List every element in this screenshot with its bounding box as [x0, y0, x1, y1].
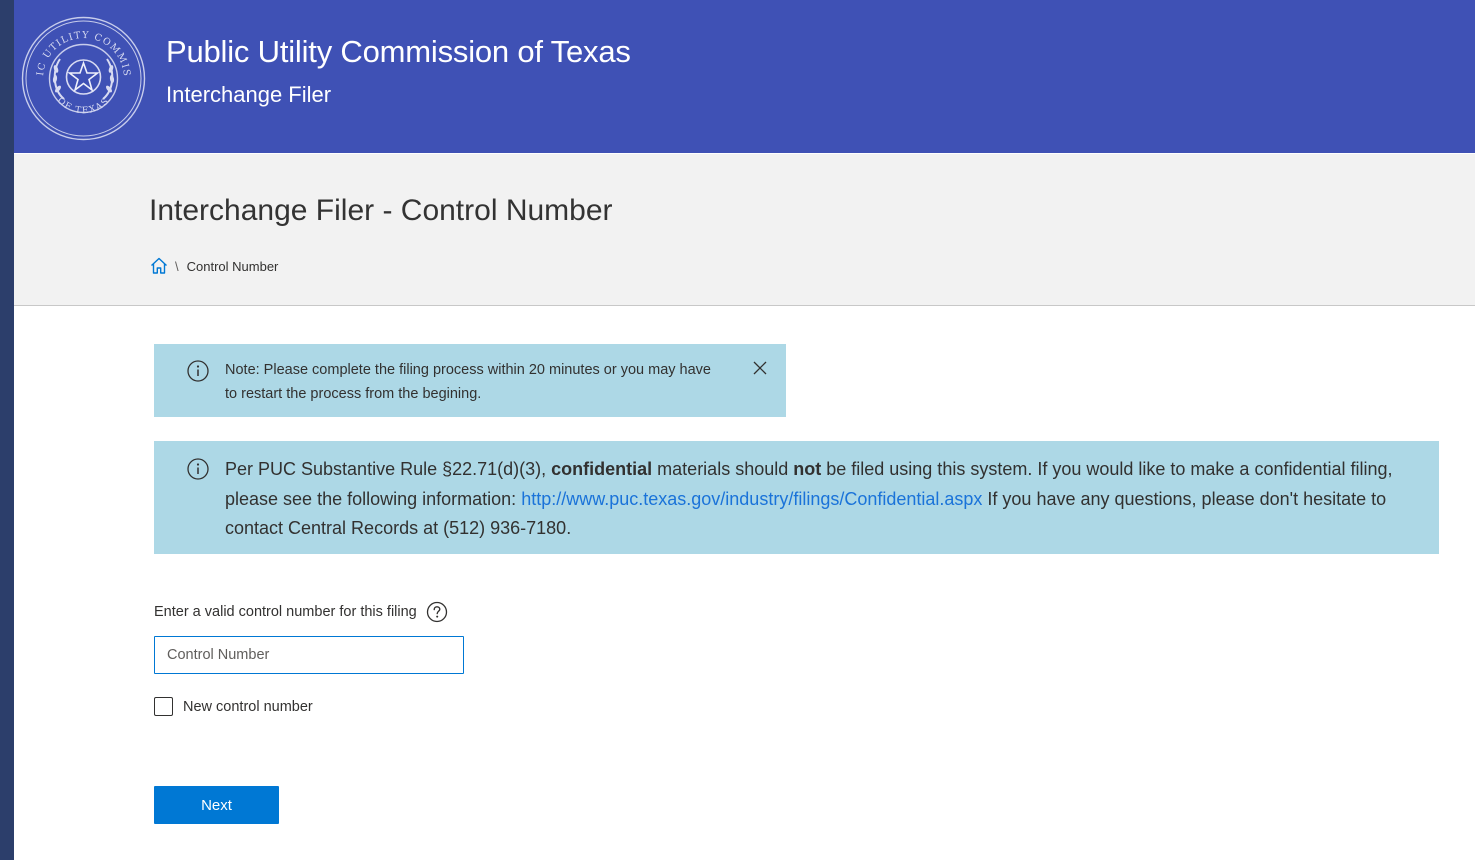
new-control-number-label: New control number	[183, 698, 313, 715]
site-subtitle: Interchange Filer	[166, 82, 332, 107]
notice-text-part: Per PUC Substantive Rule §22.71(d)(3),	[225, 459, 552, 479]
breadcrumb-separator: \	[175, 258, 179, 274]
new-control-number-checkbox[interactable]	[154, 697, 173, 716]
notice-text-part: materials should	[652, 459, 794, 479]
info-icon	[187, 458, 209, 480]
timeout-notice: Note: Please complete the filing process…	[154, 344, 786, 417]
help-icon[interactable]	[426, 601, 448, 623]
new-control-number-checkbox-row[interactable]: New control number	[154, 697, 313, 716]
breadcrumb: \ Control Number	[149, 256, 278, 276]
next-button[interactable]: Next	[154, 786, 279, 824]
breadcrumb-current: Control Number	[186, 258, 279, 274]
timeout-notice-text: Note: Please complete the filing process…	[225, 362, 711, 402]
close-icon[interactable]	[751, 359, 769, 377]
site-title: Public Utility Commission of Texas	[166, 34, 631, 69]
control-number-label: Enter a valid control number for this fi…	[154, 601, 448, 623]
page-title: Interchange Filer - Control Number	[149, 194, 613, 227]
home-icon[interactable]	[149, 256, 169, 276]
control-number-label-text: Enter a valid control number for this fi…	[154, 604, 417, 620]
control-number-input[interactable]	[154, 636, 464, 674]
confidential-notice: Per PUC Substantive Rule §22.71(d)(3), c…	[154, 441, 1439, 554]
confidential-filings-link[interactable]: http://www.puc.texas.gov/industry/filing…	[521, 489, 982, 509]
state-seal-icon: PUBLIC UTILITY COMMISSION OF TEXAS	[20, 15, 146, 141]
notice-bold-not: not	[793, 459, 822, 479]
confidential-notice-text: Per PUC Substantive Rule §22.71(d)(3), c…	[225, 455, 1425, 544]
info-icon	[187, 360, 209, 382]
app-frame: PUBLIC UTILITY COMMISSION OF TEXAS Publi…	[14, 0, 1475, 860]
page-titlebar: Interchange Filer - Control Number \ Con…	[14, 154, 1475, 306]
notice-bold-confidential: confidential	[551, 459, 653, 479]
site-header: PUBLIC UTILITY COMMISSION OF TEXAS Publi…	[14, 0, 1475, 153]
